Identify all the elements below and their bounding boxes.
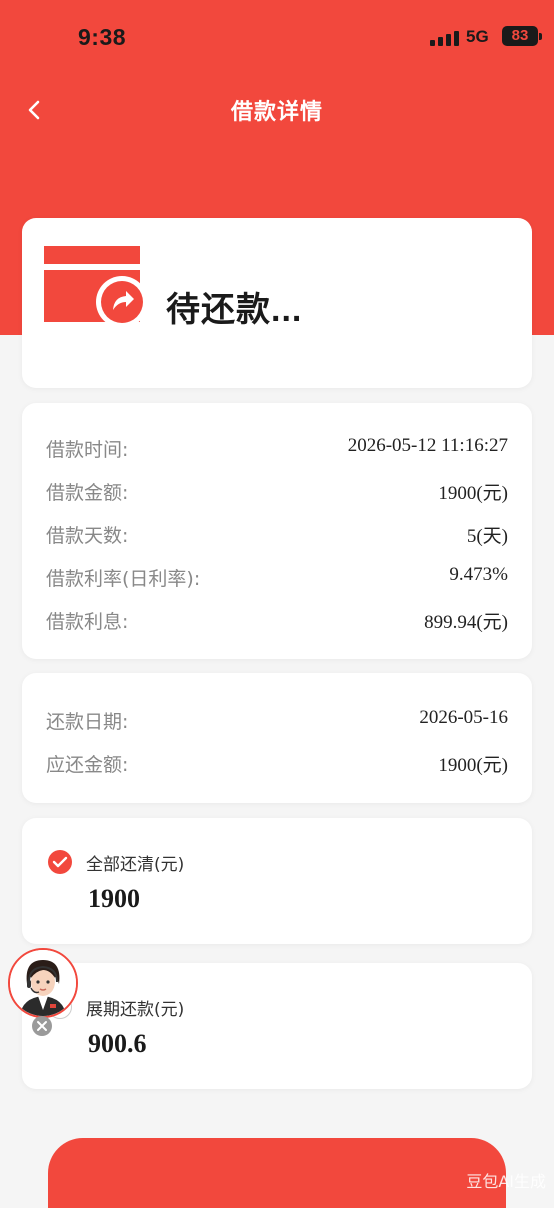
status-card: 待还款...: [22, 218, 532, 388]
info-value: 9.473%: [449, 564, 508, 586]
status-time: 9:38: [78, 24, 126, 51]
info-label: 还款日期:: [46, 707, 128, 734]
loan-info-card: 借款时间: 2026-05-12 11:16:27 借款金额: 1900(元) …: [22, 403, 532, 659]
info-row-repay-date: 还款日期: 2026-05-16: [22, 707, 532, 737]
battery-tip: [539, 33, 542, 40]
ai-watermark: 豆包AI生成: [466, 1168, 546, 1192]
info-value: 1900(元): [438, 478, 508, 505]
close-icon[interactable]: [32, 1016, 52, 1036]
option-amount: 900.6: [88, 1029, 147, 1059]
info-row-repay-amount: 应还金额: 1900(元): [22, 750, 532, 780]
info-row-interest: 借款利息: 899.94(元): [22, 607, 532, 637]
repay-card-icon: [44, 246, 146, 326]
info-label: 应还金额:: [46, 750, 128, 777]
info-value: 2026-05-12 11:16:27: [348, 435, 508, 457]
info-label: 借款利息:: [46, 607, 128, 634]
signal-icon: [430, 30, 460, 46]
status-bar: 9:38 5G 83: [0, 0, 554, 76]
info-row-loan-amount: 借款金额: 1900(元): [22, 478, 532, 508]
option-full-repay[interactable]: 全部还清(元) 1900: [22, 818, 532, 944]
info-label: 借款利率(日利率):: [46, 564, 200, 591]
info-label: 借款天数:: [46, 521, 128, 548]
option-label: 展期还款(元): [86, 995, 184, 1020]
customer-service-avatar[interactable]: [8, 948, 78, 1018]
option-extension-repay[interactable]: 展期还款(元) 900.6: [22, 963, 532, 1089]
option-amount: 1900: [88, 884, 140, 914]
info-label: 借款时间:: [46, 435, 128, 462]
info-value: 1900(元): [438, 750, 508, 777]
battery-icon: 83: [502, 26, 538, 46]
info-value: 2026-05-16: [419, 707, 508, 729]
repay-submit-button[interactable]: [48, 1138, 506, 1208]
check-icon[interactable]: [48, 850, 72, 874]
info-row-interest-rate: 借款利率(日利率): 9.473%: [22, 564, 532, 594]
info-value: 899.94(元): [424, 607, 508, 634]
network-type: 5G: [466, 27, 489, 47]
info-row-loan-time: 借款时间: 2026-05-12 11:16:27: [22, 435, 532, 465]
nav-bar: 借款详情: [0, 86, 554, 134]
repay-info-card: 还款日期: 2026-05-16 应还金额: 1900(元): [22, 673, 532, 803]
info-label: 借款金额:: [46, 478, 128, 505]
page-title: 借款详情: [0, 94, 554, 126]
option-label: 全部还清(元): [86, 850, 184, 875]
repay-status-text: 待还款...: [166, 282, 302, 331]
info-row-loan-days: 借款天数: 5(天): [22, 521, 532, 551]
info-value: 5(天): [467, 521, 508, 548]
